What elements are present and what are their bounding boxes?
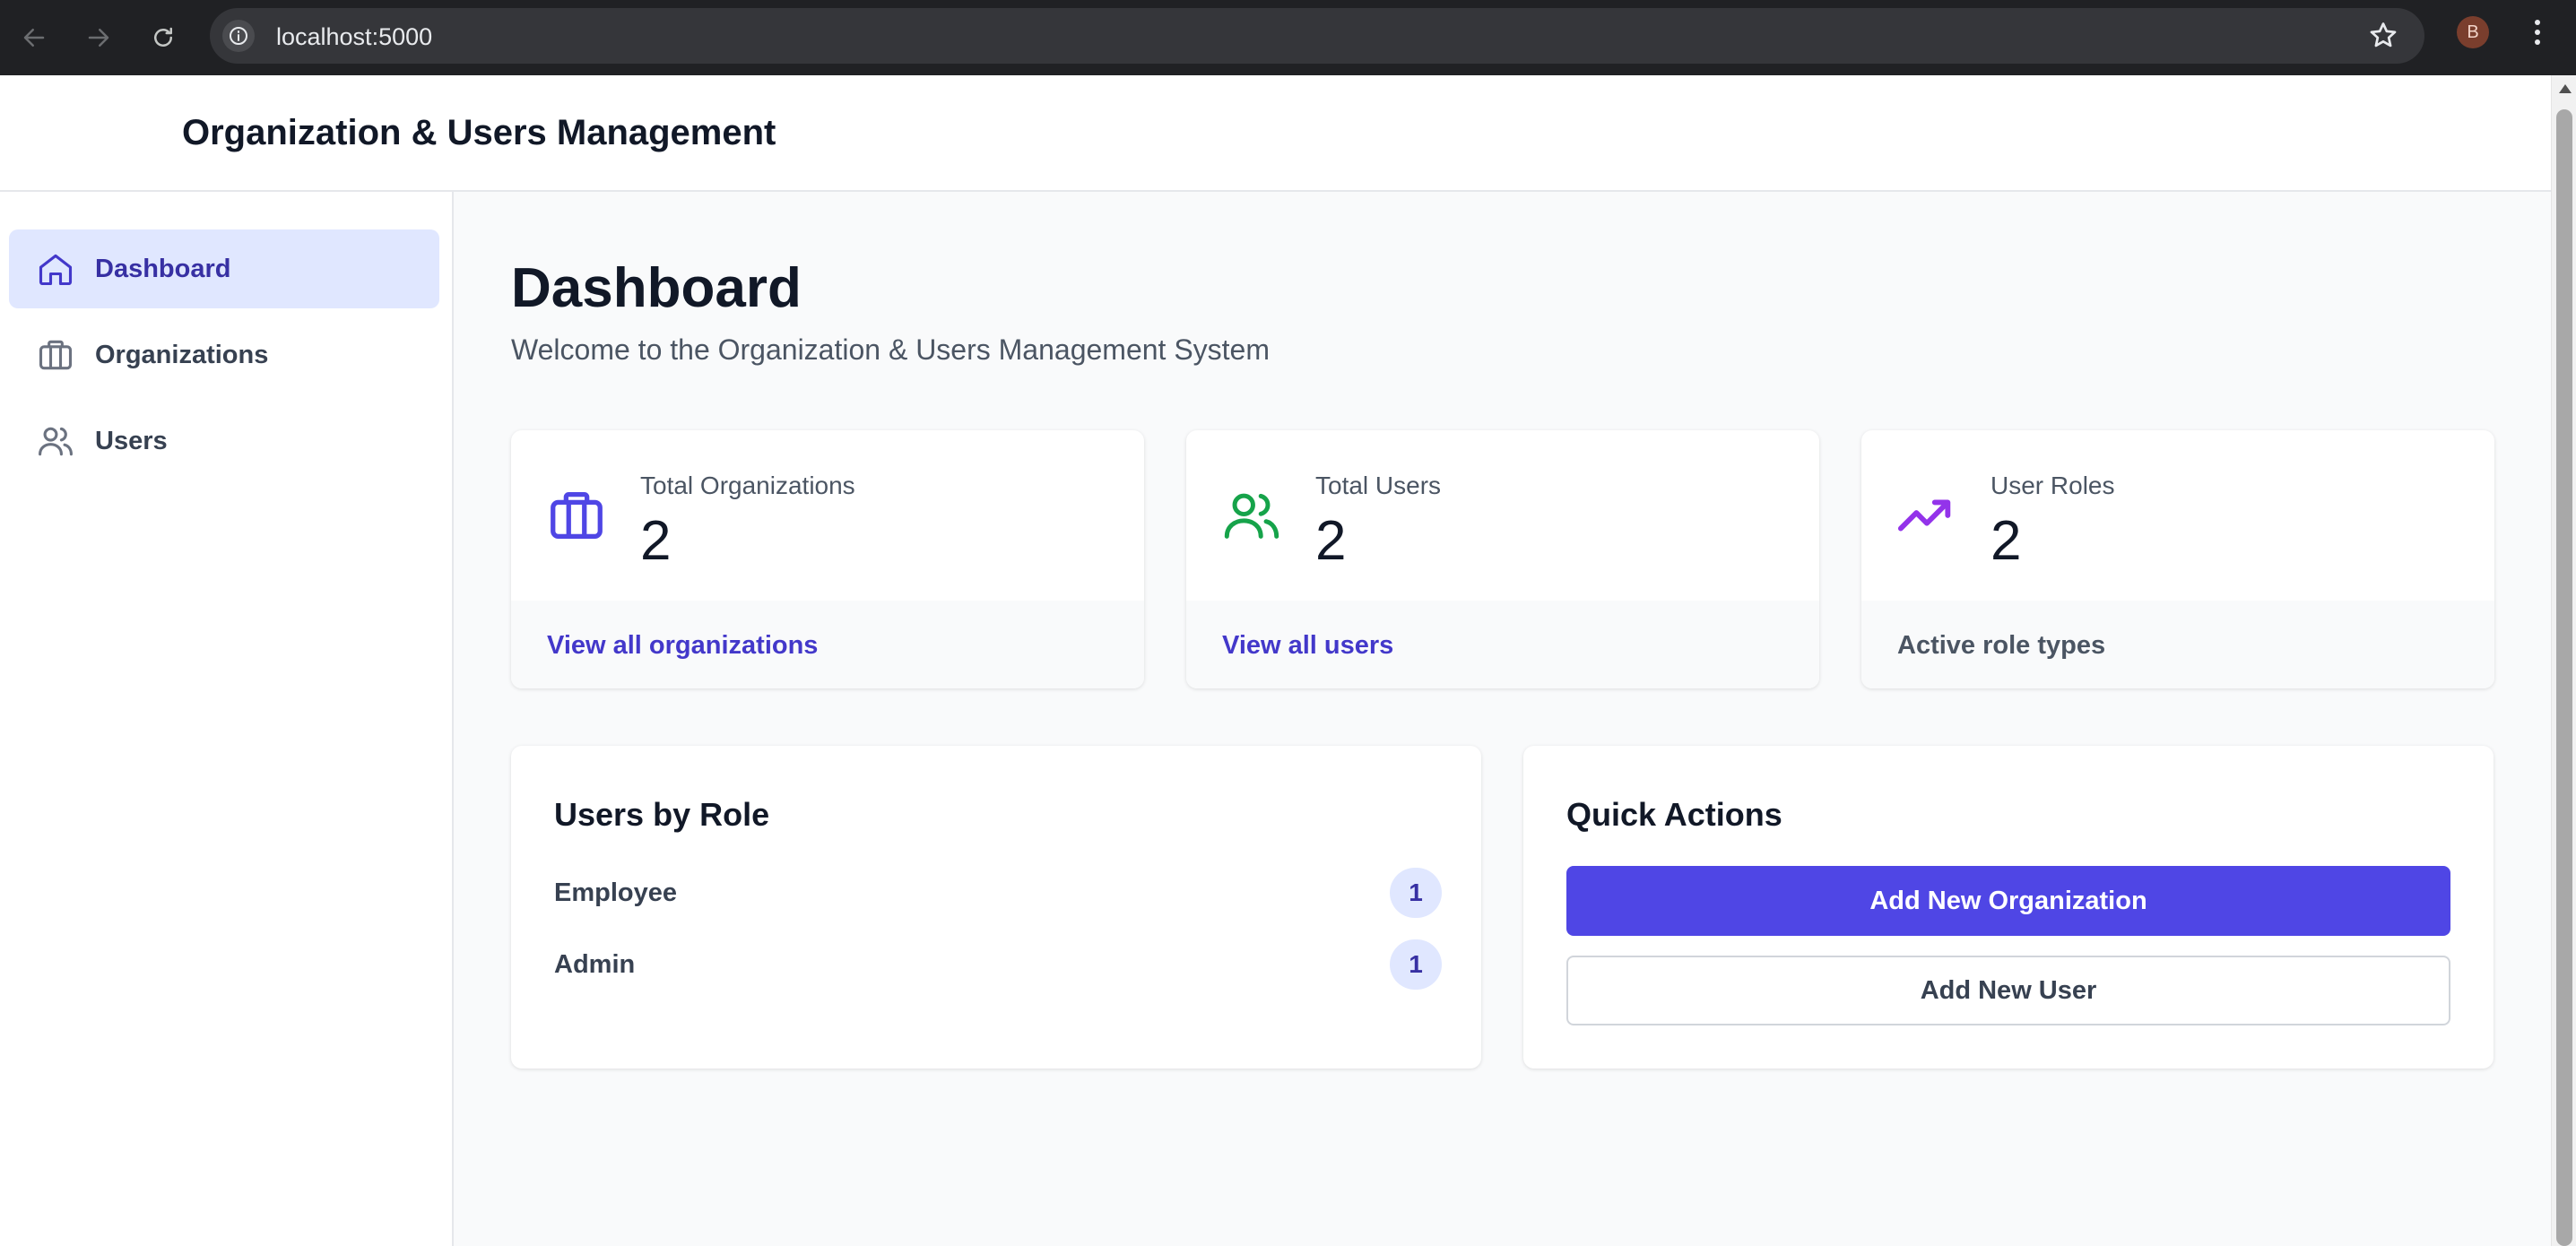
- sidebar-item-label: Organizations: [95, 341, 269, 369]
- users-icon: [1224, 493, 1279, 539]
- list-item: Admin 1: [554, 939, 1442, 990]
- page-scrollbar[interactable]: [2551, 75, 2576, 1246]
- stat-footer: Active role types: [1861, 601, 2494, 688]
- add-new-user-button[interactable]: Add New User: [1566, 956, 2450, 1025]
- role-name: Employee: [554, 878, 677, 907]
- view-all-users-link[interactable]: View all users: [1222, 631, 1393, 661]
- trending-up-icon: [1897, 499, 1951, 532]
- sidebar-item-label: Dashboard: [95, 255, 231, 283]
- reload-icon[interactable]: [142, 16, 185, 59]
- panel-title: Users by Role: [554, 796, 770, 833]
- sidebar: Dashboard Organizations Users: [0, 192, 454, 1246]
- address-url: localhost:5000: [276, 23, 433, 50]
- users-by-role-panel: Users by Role Employee 1 Admin 1: [511, 746, 1481, 1069]
- list-item: Employee 1: [554, 868, 1442, 918]
- scroll-up-arrow-icon[interactable]: [2559, 84, 2572, 93]
- bookmark-star-icon[interactable]: [2367, 20, 2399, 52]
- stat-footer: View all organizations: [511, 601, 1144, 688]
- address-bar[interactable]: localhost:5000: [210, 8, 2424, 64]
- stat-label: Total Organizations: [640, 472, 855, 499]
- sidebar-item-label: Users: [95, 427, 168, 455]
- briefcase-icon: [551, 492, 603, 539]
- browser-menu-icon[interactable]: [2527, 16, 2548, 48]
- sidebar-item-organizations[interactable]: Organizations: [9, 316, 439, 394]
- back-arrow-icon[interactable]: [13, 16, 56, 59]
- active-role-types-text: Active role types: [1897, 631, 2106, 660]
- stat-value: 2: [640, 510, 672, 572]
- page-title: Dashboard: [511, 257, 802, 319]
- stat-footer: View all users: [1186, 601, 1819, 688]
- users-icon: [39, 427, 73, 456]
- briefcase-icon: [39, 340, 73, 370]
- stat-card-organizations: Total Organizations 2 View all organizat…: [511, 430, 1144, 688]
- sidebar-item-users[interactable]: Users: [9, 402, 439, 480]
- view-all-organizations-link[interactable]: View all organizations: [547, 631, 818, 661]
- stat-label: Total Users: [1315, 472, 1442, 499]
- site-info-icon[interactable]: [222, 20, 255, 52]
- quick-actions-panel: Quick Actions Add New Organization Add N…: [1523, 746, 2494, 1069]
- stat-card-users: Total Users 2 View all users: [1186, 430, 1819, 688]
- role-name: Admin: [554, 950, 636, 979]
- home-icon: [39, 254, 73, 286]
- forward-arrow-icon[interactable]: [77, 16, 120, 59]
- stat-card-roles: User Roles 2 Active role types: [1861, 430, 2494, 688]
- stat-label: User Roles: [1991, 472, 2115, 499]
- browser-toolbar: localhost:5000 B: [0, 0, 2576, 75]
- app-title: Organization & Users Management: [182, 113, 776, 152]
- role-count-badge: 1: [1390, 868, 1442, 918]
- sidebar-item-dashboard[interactable]: Dashboard: [9, 229, 439, 308]
- add-new-organization-button[interactable]: Add New Organization: [1566, 866, 2450, 936]
- role-count-badge: 1: [1390, 939, 1442, 990]
- panel-title: Quick Actions: [1566, 796, 1782, 833]
- scrollbar-thumb[interactable]: [2556, 109, 2572, 1246]
- stat-value: 2: [1315, 510, 1347, 572]
- stat-value: 2: [1991, 510, 2022, 572]
- profile-avatar[interactable]: B: [2457, 16, 2489, 48]
- main-content: Dashboard Welcome to the Organization & …: [454, 192, 2551, 1246]
- page-subtitle: Welcome to the Organization & Users Mana…: [511, 333, 1270, 366]
- app-header: Organization & Users Management: [0, 75, 2551, 192]
